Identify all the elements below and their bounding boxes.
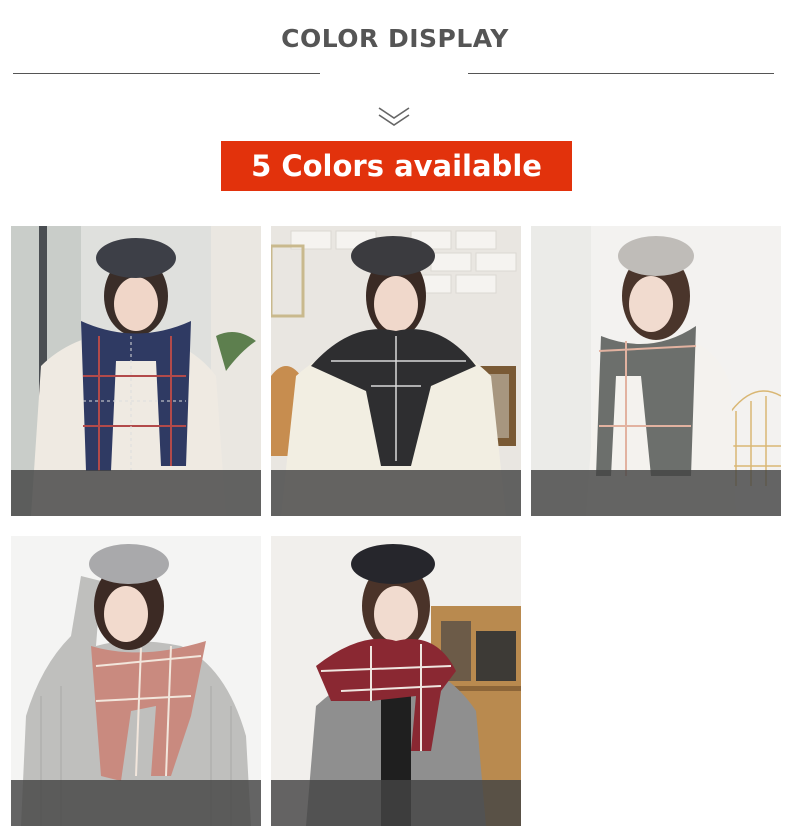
section-title: COLOR DISPLAY — [281, 24, 509, 53]
color-option-4-photo[interactable] — [11, 536, 261, 826]
double-chevron-down-icon — [378, 107, 410, 126]
color-option-3-photo[interactable] — [531, 226, 781, 516]
color-option-1-photo[interactable] — [11, 226, 261, 516]
photo-caption-strip — [11, 780, 261, 826]
photo-caption-strip — [271, 470, 521, 516]
photo-caption-strip — [11, 470, 261, 516]
photo-caption-strip — [271, 780, 521, 826]
colors-available-banner: 5 Colors available — [221, 141, 572, 191]
divider-right — [468, 73, 774, 74]
photo-caption-strip — [531, 470, 781, 516]
color-option-5-photo[interactable] — [271, 536, 521, 826]
color-option-2-photo[interactable] — [271, 226, 521, 516]
divider-left — [13, 73, 320, 74]
